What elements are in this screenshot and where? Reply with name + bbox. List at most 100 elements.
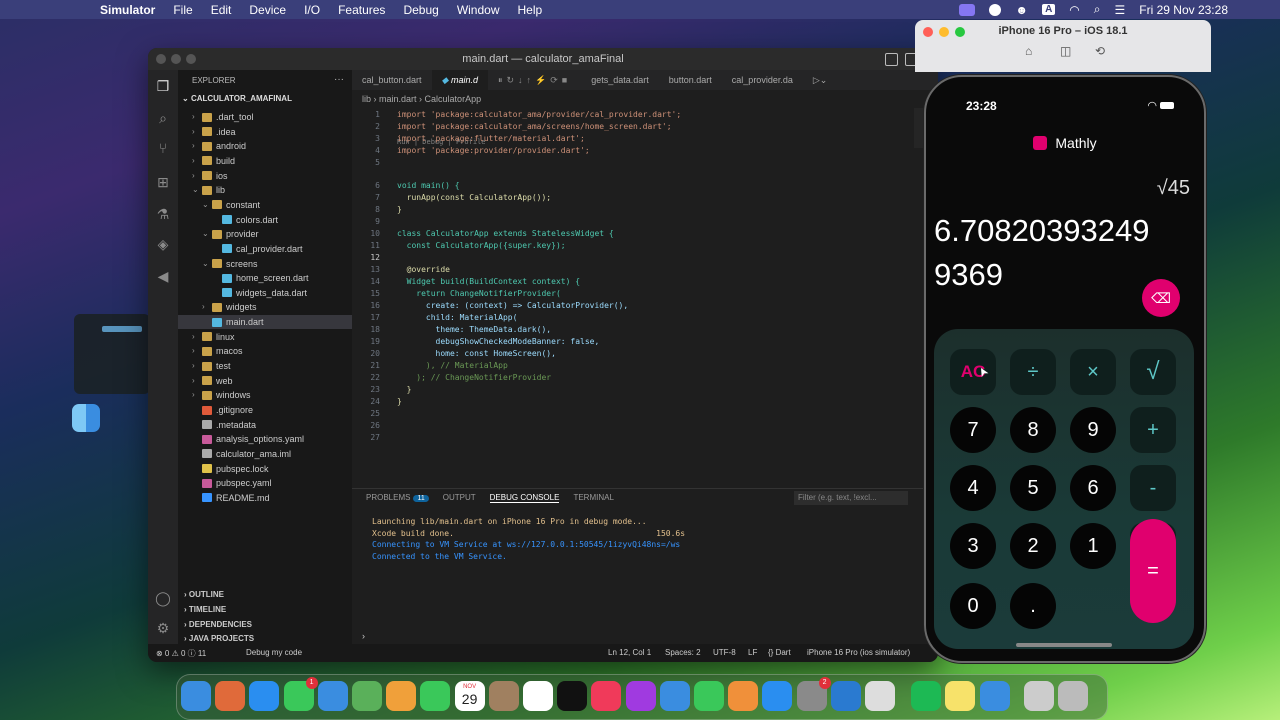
key-digit-0[interactable]: 0 <box>950 583 996 629</box>
status-language[interactable]: {} Dart <box>768 648 791 657</box>
breadcrumb-lib[interactable]: lib <box>362 94 371 104</box>
explorer-root[interactable]: ⌄ CALCULATOR_AMAFINAL <box>182 94 292 103</box>
breadcrumb-file[interactable]: main.dart <box>379 94 417 104</box>
file-tree-item[interactable]: home_screen.dart <box>212 271 352 285</box>
key-digit-6[interactable]: 6 <box>1070 465 1116 511</box>
python-icon[interactable]: ◈ <box>155 236 171 252</box>
safari-icon[interactable] <box>249 681 280 711</box>
file-tree-item[interactable]: › ios <box>192 169 352 183</box>
key-decimal[interactable]: . <box>1010 583 1056 629</box>
file-tree-item[interactable]: ⌄ screens <box>202 257 352 271</box>
file-tree-item[interactable]: calculator_ama.iml <box>192 447 352 461</box>
status-problems[interactable]: ⊗ 0 ⚠ 0 ⓘ 11 <box>156 648 206 659</box>
console-filter-input[interactable]: Filter (e.g. text, !excl... <box>794 491 908 505</box>
backspace-button[interactable]: ⌫ <box>1142 279 1180 317</box>
music-icon[interactable] <box>591 681 622 711</box>
menu-debug[interactable]: Debug <box>403 3 438 17</box>
key-plus[interactable]: + <box>1130 407 1176 453</box>
file-tree-item[interactable]: colors.dart <box>212 213 352 227</box>
menu-features[interactable]: Features <box>338 3 385 17</box>
window-close-button[interactable] <box>156 54 166 64</box>
tab-debug-console[interactable]: DEBUG CONSOLE <box>489 493 560 503</box>
flutter-icon[interactable]: ◀ <box>155 268 171 284</box>
maps-icon[interactable] <box>352 681 382 711</box>
file-tree-item[interactable]: cal_provider.dart <box>212 242 352 256</box>
home-indicator[interactable] <box>1016 643 1112 647</box>
tab-cal-provider[interactable]: cal_provider.da <box>722 70 803 90</box>
input-source-icon[interactable]: A <box>1042 4 1056 15</box>
window-zoom-button[interactable] <box>186 54 196 64</box>
status-position[interactable]: Ln 12, Col 1 <box>608 648 651 657</box>
toggle-sidebar-icon[interactable] <box>885 53 898 66</box>
menu-edit[interactable]: Edit <box>211 3 232 17</box>
status-spaces[interactable]: Spaces: 2 <box>665 648 701 657</box>
key-equals[interactable]: = <box>1130 519 1176 623</box>
search-icon[interactable]: ⌕ <box>155 110 171 126</box>
key-sqrt[interactable]: √ <box>1130 349 1176 395</box>
key-digit-4[interactable]: 4 <box>950 465 996 511</box>
console-prompt-icon[interactable]: › <box>362 631 365 641</box>
home-icon[interactable]: ⌂ <box>1025 44 1032 58</box>
launchpad-icon[interactable] <box>215 681 246 711</box>
menu-app-name[interactable]: Simulator <box>100 3 155 17</box>
key-digit-5[interactable]: 5 <box>1010 465 1056 511</box>
file-tree-item[interactable]: ⌄ constant <box>202 198 352 212</box>
status-device[interactable]: iPhone 16 Pro (ios simulator) <box>807 648 910 657</box>
tab-problems[interactable]: PROBLEMS 11 <box>366 493 429 503</box>
key-digit-8[interactable]: 8 <box>1010 407 1056 453</box>
key-digit-9[interactable]: 9 <box>1070 407 1116 453</box>
photos-icon[interactable] <box>386 681 417 711</box>
vscode-icon[interactable] <box>830 681 861 711</box>
trash-icon[interactable] <box>1058 681 1088 711</box>
finder-icon[interactable] <box>181 681 211 711</box>
podcasts-icon[interactable] <box>625 681 656 711</box>
status-eol[interactable]: LF <box>748 648 757 657</box>
file-tree-item[interactable]: › build <box>192 154 352 168</box>
menu-window[interactable]: Window <box>457 3 500 17</box>
calendar-icon[interactable]: NOV 29 <box>454 681 485 711</box>
system-settings-icon[interactable]: 2 <box>796 677 831 711</box>
outline-section[interactable]: › OUTLINE <box>184 590 224 599</box>
tab-terminal[interactable]: TERMINAL <box>573 493 613 503</box>
file-tree-item[interactable]: › .idea <box>192 125 352 139</box>
screen-share-icon[interactable] <box>959 3 976 16</box>
key-digit-2[interactable]: 2 <box>1010 523 1056 569</box>
file-tree-item[interactable]: widgets_data.dart <box>212 286 352 300</box>
file-tree-item[interactable]: .gitignore <box>192 403 352 417</box>
xcode-icon[interactable] <box>979 681 1010 711</box>
apple-tv-icon[interactable] <box>557 681 588 711</box>
numbers-icon[interactable] <box>694 681 724 711</box>
key-multiply[interactable]: × <box>1070 349 1116 395</box>
tab-button[interactable]: button.dart <box>659 70 722 90</box>
file-tree-item[interactable]: ⌄ provider <box>202 227 352 241</box>
messages-icon[interactable]: 1 <box>283 677 318 711</box>
gamepad-icon[interactable]: ☻ <box>1015 3 1028 17</box>
mail-icon[interactable] <box>317 681 348 711</box>
tab-widgets-data[interactable]: gets_data.dart <box>581 70 659 90</box>
explorer-icon[interactable]: ❐ <box>155 78 171 94</box>
window-minimize-button[interactable] <box>171 54 181 64</box>
source-control-icon[interactable]: ⑂ <box>155 140 171 156</box>
file-tree-item[interactable]: › web <box>192 374 352 388</box>
file-tree-item[interactable]: › macos <box>192 344 352 358</box>
finder-desktop-icon[interactable] <box>72 404 100 432</box>
extensions-icon[interactable]: ⊞ <box>155 174 171 190</box>
menu-help[interactable]: Help <box>518 3 543 17</box>
search-icon[interactable]: ⌕ <box>1094 2 1101 17</box>
status-debug[interactable]: Debug my code <box>246 648 302 657</box>
key-divide[interactable]: ÷ <box>1010 349 1056 395</box>
menu-file[interactable]: File <box>173 3 192 17</box>
file-tree-item[interactable]: › widgets <box>202 300 352 314</box>
timeline-section[interactable]: › TIMELINE <box>184 605 226 614</box>
file-tree-item[interactable]: › test <box>192 359 352 373</box>
preview-icon[interactable] <box>1023 681 1054 711</box>
settings-gear-icon[interactable]: ⚙ <box>155 620 171 636</box>
file-tree-item[interactable]: pubspec.yaml <box>192 476 352 490</box>
file-tree-item[interactable]: ⌄ lib <box>192 183 352 197</box>
java-projects-section[interactable]: › JAVA PROJECTS <box>184 634 254 643</box>
debug-toolbar[interactable]: ⏸↻↓↑⚡⟳■ <box>488 70 581 90</box>
pages-icon[interactable] <box>728 681 759 711</box>
file-tree-item[interactable]: analysis_options.yaml <box>192 432 352 446</box>
tab-cal-button[interactable]: cal_button.dart <box>352 70 432 90</box>
testing-icon[interactable]: ⚗ <box>155 206 171 222</box>
